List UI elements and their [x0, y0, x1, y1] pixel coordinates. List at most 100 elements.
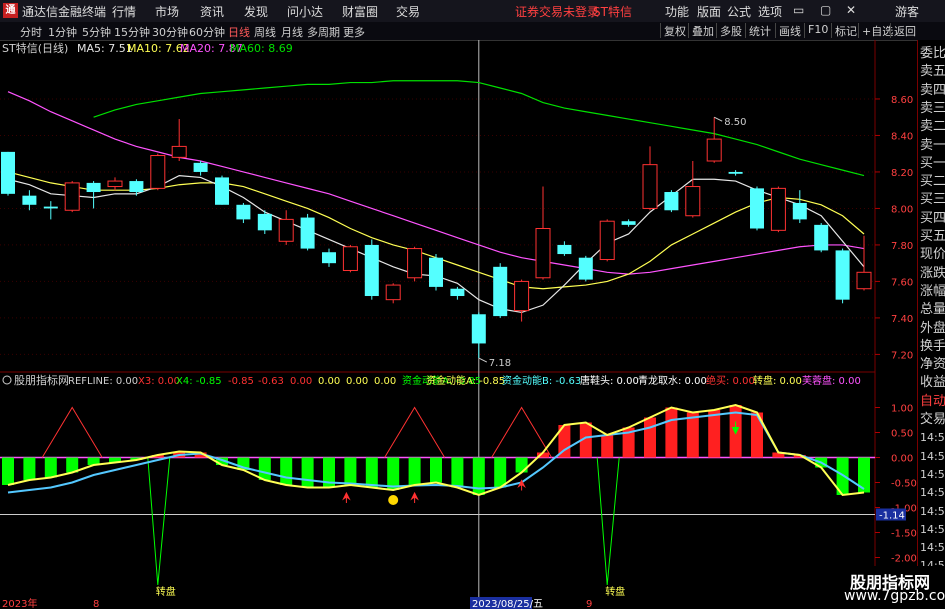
- candle-body: [150, 155, 166, 189]
- low-marker: 7.18: [489, 358, 511, 369]
- candle-body: [171, 145, 187, 158]
- period-1min[interactable]: 1分钟: [48, 24, 77, 40]
- price-panel-title: ST特信(日线): [2, 41, 68, 55]
- restore-icon[interactable]: ▢: [820, 3, 831, 17]
- dip-label: 转盘: [605, 585, 625, 598]
- duogu-button[interactable]: 多股: [716, 23, 742, 38]
- period-60min[interactable]: 60分钟: [189, 24, 225, 40]
- sidebar-item-19[interactable]: 自动: [920, 394, 945, 410]
- sidebar-item-24: 14:56: [920, 486, 945, 500]
- dip-signal: [147, 457, 171, 586]
- menu-zixun[interactable]: 资讯: [200, 3, 224, 20]
- sidebar-item-14: 总量: [920, 302, 945, 318]
- fuquan-button[interactable]: 复权: [660, 23, 686, 38]
- y-axis-ticks: 8.60 8.40 8.20 8.00 7.80 7.60 7.40 7.20 1.00 0.50…: [875, 95, 917, 590]
- indicator-bar: [387, 457, 400, 490]
- menu-faxian[interactable]: 发现: [244, 3, 268, 20]
- period-fenshi[interactable]: 分时: [20, 24, 42, 40]
- candle-body: [706, 138, 722, 162]
- peak-signal: [384, 406, 446, 458]
- x-label-year: 2023年: [2, 597, 37, 609]
- candle-body: [300, 217, 315, 249]
- candle-body: [599, 220, 615, 261]
- indicator-bar: [601, 435, 614, 458]
- indicator-tick-label: 0.50: [891, 429, 913, 440]
- candle-body: [856, 271, 872, 290]
- candle-body: [792, 202, 807, 220]
- period-month[interactable]: 月线: [281, 24, 303, 40]
- indicator-name: 股朋指标网: [14, 373, 69, 387]
- candle-body: [642, 164, 658, 209]
- dip-signal: [596, 457, 620, 586]
- candle-body: [278, 218, 294, 242]
- quote-sidebar: 委比 卖五 卖四 卖三 卖二 卖一 买一 买二 买三 买四 买五 现价 涨跌 涨幅 总量 外盘 换手 净资 收益 自动…: [917, 40, 945, 609]
- watermark: 股朋指标网 www.7gpzb.com: [830, 566, 945, 609]
- indicator-bar: [258, 457, 271, 480]
- minimize-icon[interactable]: ▭: [793, 3, 804, 17]
- menu-shichang[interactable]: 市场: [155, 3, 179, 20]
- indicator-bar: [644, 417, 656, 458]
- period-day[interactable]: 日线: [228, 24, 250, 40]
- period-15min[interactable]: 15分钟: [114, 24, 150, 40]
- candle-body: [664, 192, 679, 211]
- candle-body: [770, 187, 786, 231]
- menu-xuanxiang[interactable]: 选项: [758, 3, 782, 20]
- diejia-button[interactable]: 叠加: [688, 23, 714, 38]
- candle-body: [578, 257, 593, 280]
- menu-gongshi[interactable]: 公式: [727, 3, 751, 20]
- menu-hangqing[interactable]: 行情: [112, 3, 136, 20]
- f10-button[interactable]: F10: [804, 23, 828, 38]
- menu-jiaoyi[interactable]: 交易: [396, 3, 420, 20]
- watermark-url: www.7gpzb.com: [844, 588, 945, 604]
- add-favorite-button[interactable]: +自选: [858, 23, 893, 38]
- chart-area[interactable]: 8.50 7.18 转盘 转盘 8.60 8.40 8.20 8.00 7.80 7.60 7.…: [0, 40, 917, 609]
- ind-v3: 0.00: [290, 376, 312, 387]
- menu-wenxiaoda[interactable]: 问小达: [287, 3, 323, 20]
- close-icon[interactable]: ✕: [846, 3, 856, 17]
- menu-caifuquan[interactable]: 财富圈: [342, 3, 378, 20]
- period-more[interactable]: 更多: [343, 24, 365, 40]
- sidebar-item-1: 卖五: [920, 64, 945, 80]
- price-tick-label: 7.40: [891, 314, 913, 325]
- guest-button[interactable]: 游客: [895, 3, 919, 20]
- sidebar-item-20[interactable]: 交易: [920, 412, 945, 428]
- period-multi[interactable]: 多周期: [307, 24, 340, 40]
- ind-zjdn-a: 资金动能A: -0.85: [426, 374, 505, 387]
- sidebar-item-17: 净资: [920, 357, 945, 373]
- low-marker-line: [478, 357, 488, 363]
- biaoji-button[interactable]: 标记: [831, 23, 857, 38]
- menu-gongneng[interactable]: 功能: [665, 3, 689, 20]
- period-week[interactable]: 周线: [254, 24, 276, 40]
- ind-v1: -0.85: [228, 376, 254, 387]
- high-marker-line: [713, 116, 723, 122]
- indicator-tick-label: 0.00: [891, 454, 913, 465]
- candle-body: [493, 266, 508, 317]
- ind-qinglong: 青龙取水: 0.00: [638, 374, 707, 387]
- ind-v6: 0.00: [374, 376, 396, 387]
- candle-body: [236, 204, 251, 220]
- ma5-label: MA5: 7.51: [77, 42, 133, 55]
- indicator-bar: [44, 457, 57, 478]
- sidebar-item-15: 外盘: [920, 320, 945, 336]
- login-status[interactable]: 证券交易未登录: [515, 3, 599, 20]
- indicator-bar: [430, 457, 442, 483]
- candle-body: [535, 228, 551, 279]
- indicator-series: 转盘 转盘: [2, 403, 870, 598]
- price-tick-label: 8.00: [891, 204, 913, 215]
- back-button[interactable]: 返回: [890, 23, 916, 38]
- candle-body: [129, 181, 144, 193]
- price-tick-label: 7.20: [891, 350, 913, 361]
- candlestick-series: 8.50 7.18: [1, 116, 872, 369]
- huaxian-button[interactable]: 画线: [775, 23, 801, 38]
- period-5min[interactable]: 5分钟: [82, 24, 111, 40]
- menu-banmian[interactable]: 版面: [697, 3, 721, 20]
- ind-x4: X4: -0.85: [176, 376, 222, 387]
- ind-refline: REFLINE: 0.00: [68, 376, 138, 387]
- sidebar-item-26: 14:56: [920, 522, 945, 536]
- candle-body: [407, 248, 423, 279]
- period-30min[interactable]: 30分钟: [152, 24, 188, 40]
- candle-body: [450, 288, 465, 297]
- indicator-tick-label: -2.00: [891, 554, 917, 565]
- sidebar-item-4: 卖二: [920, 119, 945, 135]
- tongji-button[interactable]: 统计: [745, 23, 771, 38]
